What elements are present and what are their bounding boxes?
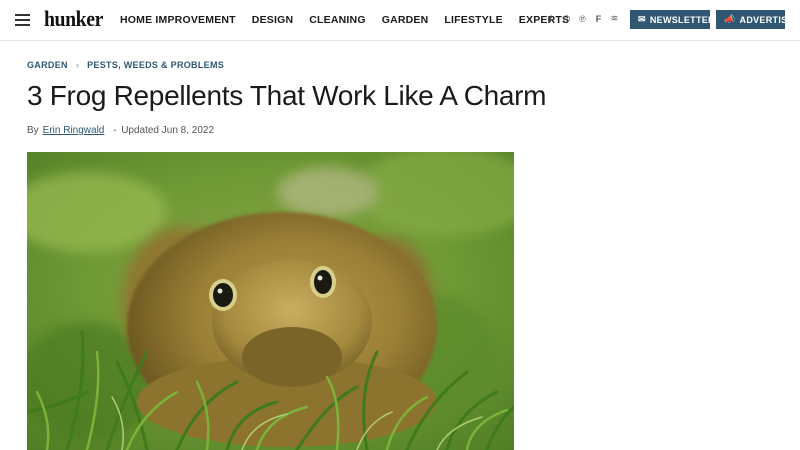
breadcrumb: GARDEN › PESTS, WEEDS & PROBLEMS <box>27 60 224 70</box>
social-links: f ◎ ℗ F ≋ <box>545 13 625 24</box>
nav-lifestyle[interactable]: LIFESTYLE <box>444 14 502 26</box>
nav-garden[interactable]: GARDEN <box>382 14 429 26</box>
nav-cleaning[interactable]: CLEANING <box>309 14 365 26</box>
frog-photo <box>27 152 514 450</box>
pinterest-icon[interactable]: ℗ <box>577 13 588 24</box>
hamburger-menu-icon[interactable] <box>15 14 30 26</box>
newsletter-button[interactable]: ✉ NEWSLETTER <box>630 10 715 29</box>
author-link[interactable]: Erin Ringwald <box>43 125 105 136</box>
article-title: 3 Frog Repellents That Work Like A Charm <box>27 80 547 111</box>
updated-date: Updated Jun 8, 2022 <box>121 125 215 136</box>
newsletter-label: NEWSLETTER <box>649 14 715 25</box>
main-nav: HOME IMPROVEMENT DESIGN CLEANING GARDEN … <box>120 0 585 40</box>
megaphone-icon: 📣 <box>724 14 736 24</box>
breadcrumb-garden[interactable]: GARDEN <box>27 60 68 70</box>
byline-dot: • <box>113 126 117 135</box>
site-logo[interactable]: hunker <box>44 6 103 32</box>
hero-image <box>27 152 514 450</box>
nav-design[interactable]: DESIGN <box>252 14 293 26</box>
nav-home-improvement[interactable]: HOME IMPROVEMENT <box>120 14 236 26</box>
site-header: hunker HOME IMPROVEMENT DESIGN CLEANING … <box>0 0 800 41</box>
breadcrumb-pests[interactable]: PESTS, WEEDS & PROBLEMS <box>87 60 224 70</box>
instagram-icon[interactable]: ◎ <box>561 13 572 24</box>
chevron-right-icon: › <box>75 60 80 70</box>
by-label: By <box>27 125 39 136</box>
facebook-icon[interactable]: f <box>545 13 556 24</box>
advertise-label: ADVERTISE <box>739 14 794 25</box>
advertise-button[interactable]: 📣 ADVERTISE <box>716 10 793 29</box>
flipboard-icon[interactable]: F <box>593 13 604 24</box>
byline: By Erin Ringwald • Updated Jun 8, 2022 <box>27 125 214 136</box>
rss-icon[interactable]: ≋ <box>609 13 620 24</box>
envelope-icon: ✉ <box>638 14 646 24</box>
